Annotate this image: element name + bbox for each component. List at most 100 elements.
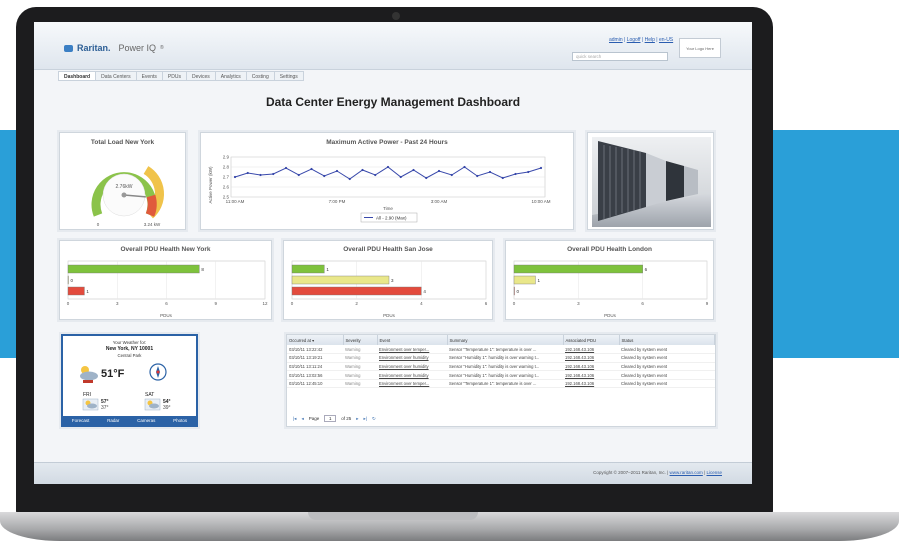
bar-x-tick: 0	[513, 301, 516, 306]
line-y-tick: 2.7	[223, 175, 230, 180]
next-page-icon[interactable]: ▸	[356, 416, 358, 422]
forecast-cloud-icon-sat	[144, 398, 161, 411]
tab-dashboard[interactable]: Dashboard	[58, 71, 97, 81]
line-point	[412, 168, 415, 172]
forecast-cloud-icon-fri	[82, 398, 99, 411]
bar-x-tick: 6	[485, 301, 488, 306]
pdu-health-london-panel: Overall PDU Health London PDUs 0369610	[505, 240, 714, 320]
tab-pdus[interactable]: PDUs	[162, 71, 187, 81]
cell-occurred-at: 03/10/11 12:45:10	[287, 379, 343, 389]
cell-status: Cleared by system event	[619, 362, 715, 372]
cell-pdu[interactable]: 192.168.43.106	[563, 362, 619, 372]
line-point	[476, 174, 479, 178]
page-count: of 25	[341, 416, 352, 421]
user-link-admin[interactable]: admin	[609, 37, 623, 43]
cell-pdu[interactable]: 192.168.43.106	[563, 353, 619, 363]
stage: Raritan. Power IQ ® admin | Logoff | Help…	[0, 0, 899, 541]
last-page-icon[interactable]: ▸|	[364, 416, 367, 422]
tab-settings[interactable]: Settings	[274, 71, 304, 81]
col-associated-pdu[interactable]: Associated PDU	[563, 335, 620, 345]
thermometer-icon	[83, 380, 93, 383]
line-y-tick: 2.6	[223, 185, 230, 190]
table-row[interactable]: 03/10/11 13:11:24 Warning Environment over…	[287, 362, 715, 372]
line-point	[463, 165, 466, 169]
cell-event[interactable]: Environment over humidity	[377, 370, 447, 380]
line-x-tick: 10:00 AM	[531, 199, 550, 204]
line-point	[259, 173, 262, 177]
datacenter-image-panel	[587, 132, 714, 230]
tab-events[interactable]: Events	[136, 71, 163, 81]
prev-page-icon[interactable]: ◂	[301, 416, 303, 422]
cell-event[interactable]: Environment over temper...	[377, 379, 447, 389]
line-point	[386, 165, 390, 169]
cell-pdu[interactable]: 192.168.43.106	[563, 345, 619, 355]
page-label: Page	[308, 416, 320, 421]
cell-event[interactable]: Environment over temper...	[377, 345, 447, 355]
table-row[interactable]: 03/10/11 12:45:10 Warning Environment over…	[287, 379, 715, 389]
tab-costing[interactable]: Costing	[246, 71, 275, 81]
logoff-link[interactable]: Logoff	[627, 37, 641, 43]
product-name: Power IQ	[118, 43, 157, 53]
line-point	[501, 176, 504, 180]
gauge-max-label: 3.24 kW	[144, 222, 161, 227]
refresh-icon[interactable]: ↻	[372, 416, 376, 422]
table-row[interactable]: 03/10/11 13:02:56 Warning Environment over…	[287, 370, 715, 380]
bar-2	[291, 286, 422, 296]
bar-2	[513, 286, 515, 296]
cell-severity: Warning	[343, 379, 377, 389]
site-link[interactable]: www.raritan.com	[670, 470, 703, 475]
first-page-icon[interactable]: |◂	[293, 416, 296, 422]
bar-x-tick: 6	[641, 301, 644, 306]
raritan-logo-icon	[64, 44, 73, 52]
line-point	[272, 172, 275, 176]
tab-analytics[interactable]: Analytics	[215, 71, 247, 81]
line-chart-legend-label: All - 2.90 (Max)	[376, 216, 407, 221]
table-row[interactable]: 03/10/11 13:22:42 Warning Environment over…	[287, 345, 715, 355]
col-occurred-at[interactable]: Occurred at ▾	[287, 335, 344, 345]
events-pager: |◂ ◂ Page 1 of 25 ▸ ▸| ↻	[293, 415, 376, 422]
line-y-tick: 2.9	[223, 155, 230, 160]
cell-status: Cleared by system event	[619, 353, 715, 363]
cell-event[interactable]: Environment over humidity	[377, 362, 447, 372]
license-link[interactable]: License	[706, 470, 722, 475]
line-point	[488, 170, 492, 174]
app-footer: Copyright © 2007–2011 Raritan, Inc. | ww…	[34, 462, 752, 484]
bar-x-tick: 0	[291, 301, 294, 306]
compass-icon	[149, 363, 167, 381]
bar-0	[67, 264, 200, 274]
tab-data-centers[interactable]: Data Centers	[96, 71, 137, 81]
cell-event[interactable]: Environment over humidity	[377, 353, 447, 363]
gauge-hub	[121, 192, 127, 198]
bar-1	[291, 275, 390, 285]
col-severity[interactable]: Severity	[343, 335, 378, 345]
help-link[interactable]: Help	[645, 37, 655, 43]
col-summary[interactable]: Summary	[447, 335, 564, 345]
cell-severity: Warning	[343, 370, 377, 380]
page-title: Data Center Energy Management Dashboard	[265, 95, 521, 109]
line-x-tick: 11:00 AM	[226, 199, 245, 204]
bar-x-tick: 12	[262, 301, 268, 306]
col-status[interactable]: Status	[619, 335, 715, 345]
footer-text: Copyright © 2007–2011 Raritan, Inc. | ww…	[593, 470, 722, 475]
weather-nav-photos[interactable]: Photos	[173, 418, 187, 423]
locale-link[interactable]: en-US	[659, 37, 673, 43]
tab-devices[interactable]: Devices	[186, 71, 216, 81]
table-row[interactable]: 03/10/11 13:19:21 Warning Environment over…	[287, 353, 715, 363]
page-number-input[interactable]: 1	[324, 415, 337, 422]
cell-occurred-at: 03/10/11 13:02:56	[287, 370, 343, 380]
weather-nav-radar[interactable]: Radar	[107, 418, 119, 423]
line-point	[450, 173, 453, 177]
cell-pdu[interactable]: 192.168.43.106	[563, 379, 619, 389]
pdu-health-sj-xlabel: PDUs	[383, 313, 396, 318]
forecast-day-sat: SAT	[145, 392, 155, 398]
cell-pdu[interactable]: 192.168.43.106	[563, 370, 619, 380]
line-point	[361, 168, 364, 172]
user-links: admin | Logoff | Help | en-US	[609, 37, 674, 43]
weather-nav-cameras[interactable]: Cameras	[137, 418, 155, 423]
copyright: Copyright © 2007–2011 Raritan, Inc.	[593, 470, 666, 475]
cell-occurred-at: 03/10/11 13:22:42	[287, 345, 343, 355]
col-event[interactable]: Event	[377, 335, 448, 345]
weather-nav-forecast[interactable]: Forecast	[72, 418, 90, 423]
search-input[interactable]: quick search	[572, 52, 668, 61]
cell-severity: Warning	[343, 353, 377, 363]
